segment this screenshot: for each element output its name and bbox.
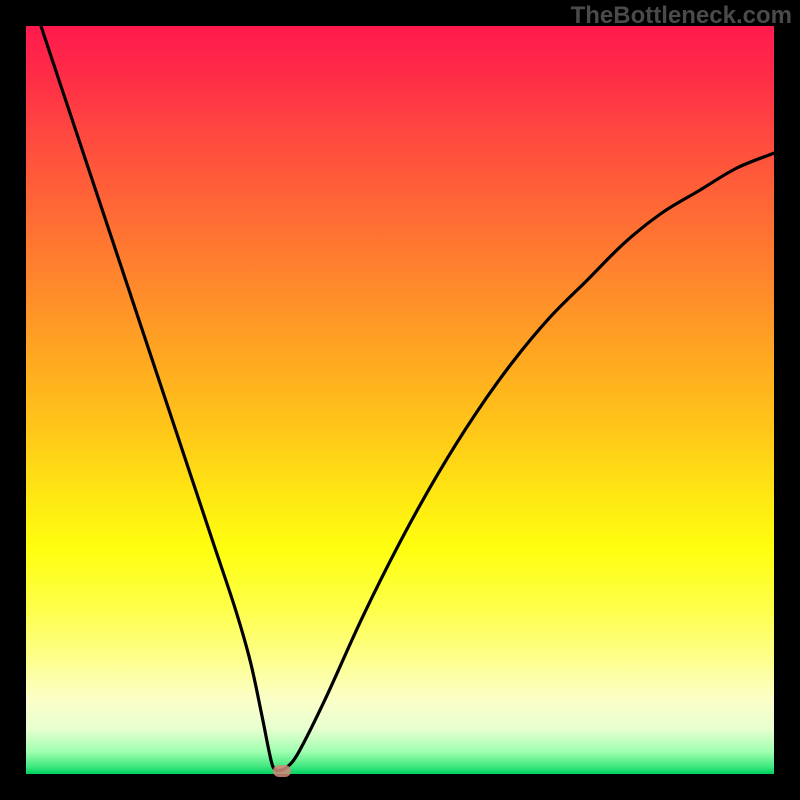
optimal-point-marker <box>273 765 291 777</box>
watermark-text: TheBottleneck.com <box>571 2 792 30</box>
chart-container: TheBottleneck.com <box>0 0 800 800</box>
bottleneck-curve <box>26 26 774 774</box>
plot-area <box>26 26 774 774</box>
